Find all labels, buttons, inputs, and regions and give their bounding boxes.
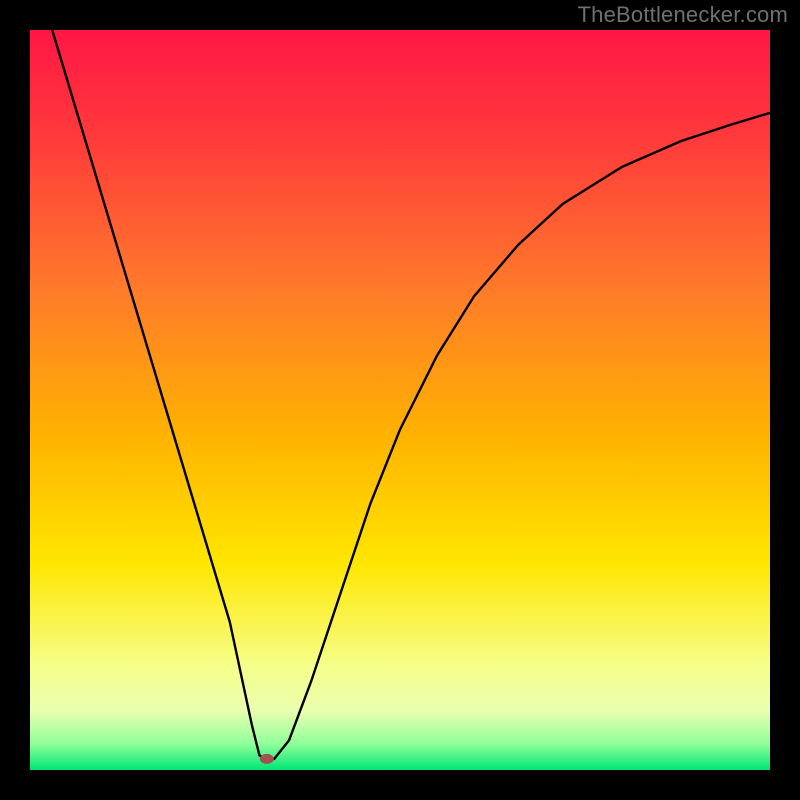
plot-area: [30, 30, 770, 770]
chart-svg: [30, 30, 770, 770]
optimal-point-marker: [260, 754, 274, 764]
chart-frame: TheBottlenecker.com: [0, 0, 800, 800]
watermark-text: TheBottlenecker.com: [578, 2, 788, 28]
gradient-background: [30, 30, 770, 770]
